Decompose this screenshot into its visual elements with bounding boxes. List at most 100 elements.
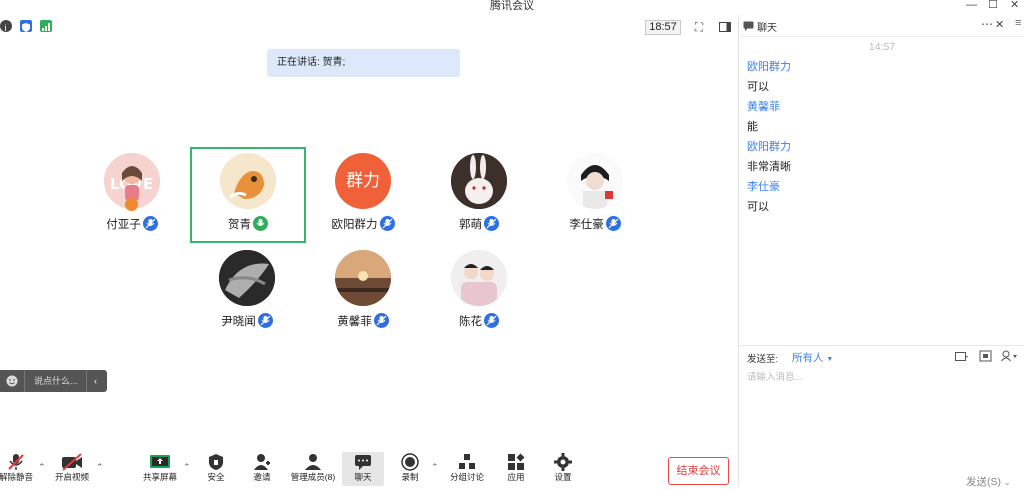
layout-icon[interactable] — [718, 20, 732, 34]
file-icon[interactable] — [955, 351, 969, 362]
message-text: 非常清晰 — [747, 161, 791, 173]
close-chat-icon[interactable]: ✕ — [995, 18, 1004, 31]
message-text: 能 — [747, 121, 758, 133]
participant-name: 贺青 — [198, 216, 298, 232]
participant-tile[interactable]: 群力 欧阳群力 — [313, 150, 413, 242]
avatar — [451, 153, 507, 209]
participant-tile[interactable]: 尹晓闻 — [197, 247, 297, 339]
message-sender[interactable]: 欧阳群力 — [739, 137, 1024, 157]
send-button[interactable]: 发送(S) ⌄ — [966, 474, 1011, 489]
security-button[interactable]: 安全 — [194, 452, 238, 486]
shield-icon[interactable] — [20, 20, 32, 32]
close-button[interactable]: ✕ — [1010, 0, 1019, 11]
participant-name: 李仕豪 — [545, 216, 645, 232]
gear-icon — [554, 453, 572, 471]
screenshot-icon[interactable] — [979, 350, 992, 362]
chat-panel: 聊天 ⋯ ✕ ≡ 14:57 欧阳群力 可以 黄馨菲 能 欧阳群力 非常清晰 李… — [738, 15, 1024, 489]
mic-icon — [484, 313, 499, 328]
manage-members-button[interactable]: 管理成员(8) — [290, 452, 336, 486]
breakout-button[interactable]: 分组讨论 — [445, 452, 489, 486]
participant-name: 郭萌 — [429, 216, 529, 232]
speaking-indicator: 正在讲话: 贺青; — [267, 49, 460, 77]
participant-tile[interactable]: 黄馨菲 — [313, 247, 413, 339]
participant-name: 黄馨菲 — [313, 313, 413, 329]
participant-tile[interactable]: 李仕豪 — [545, 150, 645, 242]
share-screen-button[interactable]: 共享屏幕 — [138, 452, 182, 486]
svg-text:i: i — [5, 23, 7, 33]
add-user-icon — [254, 454, 270, 470]
mic-icon — [142, 216, 158, 231]
user-select-icon[interactable] — [1001, 350, 1019, 362]
participant-name: 付亚子 — [82, 216, 182, 232]
chevron-up-icon[interactable]: ⌃ — [183, 462, 191, 473]
mic-icon — [379, 216, 395, 231]
settings-button[interactable]: 设置 — [541, 452, 585, 486]
chat-icon — [743, 21, 754, 31]
mic-active-icon — [253, 216, 268, 231]
fullscreen-icon[interactable]: ⛶ — [692, 20, 706, 34]
mic-icon — [373, 313, 389, 328]
end-meeting-button[interactable]: 结束会议 — [668, 457, 729, 485]
participant-tile[interactable]: 陈花 — [429, 247, 529, 339]
chat-header: 聊天 ⋯ ✕ ≡ — [739, 15, 1024, 37]
minimize-button[interactable]: — — [966, 0, 977, 11]
chat-messages: 14:57 欧阳群力 可以 黄馨菲 能 欧阳群力 非常清晰 李仕豪 可以 — [739, 37, 1024, 345]
meeting-toolbar: 解除静音 ⌃ 开启视频 ⌃ 共享屏幕 ⌃ 安全 邀请 管理成员(8) 聊天 录制… — [0, 450, 738, 486]
message-sender[interactable]: 欧阳群力 — [739, 57, 1024, 77]
avatar-initials: 群力 — [346, 171, 380, 190]
info-icon[interactable]: i — [0, 20, 12, 33]
message-text: 可以 — [747, 201, 769, 213]
message-time: 14:57 — [868, 41, 896, 53]
participant-tile[interactable]: 贺青 — [198, 150, 298, 242]
chat-icon — [355, 455, 371, 470]
quick-chat-pill[interactable]: 说点什么... ‹ — [0, 370, 107, 392]
chat-input[interactable]: 请输入消息... — [747, 369, 802, 383]
video-off-icon — [62, 453, 82, 471]
chat-button[interactable]: 聊天 — [342, 452, 384, 486]
status-bar: i 18:57 ⛶ — [0, 17, 738, 37]
message-text: 可以 — [747, 81, 769, 93]
shield-icon — [209, 454, 223, 470]
message-sender[interactable]: 黄馨菲 — [739, 97, 1024, 117]
apps-button[interactable]: 应用 — [494, 452, 538, 486]
breakout-icon — [459, 454, 475, 469]
send-to-select[interactable]: 所有人 ▼ — [792, 350, 833, 365]
more-icon[interactable]: ⋯ — [981, 17, 993, 31]
title-bar: 腾讯会议 — ☐ ✕ — [0, 0, 1024, 15]
window-title: 腾讯会议 — [490, 0, 534, 12]
start-video-button[interactable]: 开启视频 — [50, 452, 94, 486]
mic-icon — [605, 216, 621, 231]
participant-tile[interactable]: LOVE 付亚子 — [82, 150, 182, 242]
collapse-icon[interactable]: ‹ — [94, 370, 97, 392]
mic-icon — [257, 313, 273, 328]
unmute-button[interactable]: 解除静音 — [0, 452, 38, 486]
menu-icon[interactable]: ≡ — [1015, 17, 1021, 29]
message-sender[interactable]: 李仕豪 — [739, 177, 1024, 197]
members-icon — [305, 454, 321, 470]
quick-chat-placeholder[interactable]: 说点什么... — [34, 370, 78, 392]
participant-name: 陈花 — [429, 313, 529, 329]
mic-icon — [484, 216, 499, 231]
send-to-row: 发送至: 所有人 ▼ — [739, 345, 1024, 367]
participant-name: 欧阳群力 — [313, 216, 413, 232]
avatar — [219, 250, 275, 306]
maximize-button[interactable]: ☐ — [988, 0, 998, 11]
meeting-area: i 18:57 ⛶ 正在讲话: 贺青; LOVE 付亚子 贺青 群力 欧阳群力 … — [0, 15, 738, 486]
apps-icon — [508, 453, 525, 470]
avatar — [451, 250, 507, 306]
chevron-up-icon[interactable]: ⌃ — [96, 462, 104, 473]
record-button[interactable]: 录制 — [388, 452, 432, 486]
meeting-clock: 18:57 — [645, 20, 681, 35]
invite-button[interactable]: 邀请 — [240, 452, 284, 486]
emoji-icon[interactable] — [6, 375, 18, 387]
participant-name: 尹晓闻 — [197, 313, 297, 329]
chevron-up-icon[interactable]: ⌃ — [431, 462, 439, 473]
host-badge-icon — [125, 198, 138, 211]
chevron-up-icon[interactable]: ⌃ — [38, 462, 46, 473]
send-to-label: 发送至: — [747, 354, 779, 365]
record-icon — [401, 453, 419, 471]
avatar — [567, 153, 623, 209]
participant-tile[interactable]: 郭萌 — [429, 150, 529, 242]
avatar — [335, 250, 391, 306]
signal-icon[interactable] — [40, 20, 52, 32]
